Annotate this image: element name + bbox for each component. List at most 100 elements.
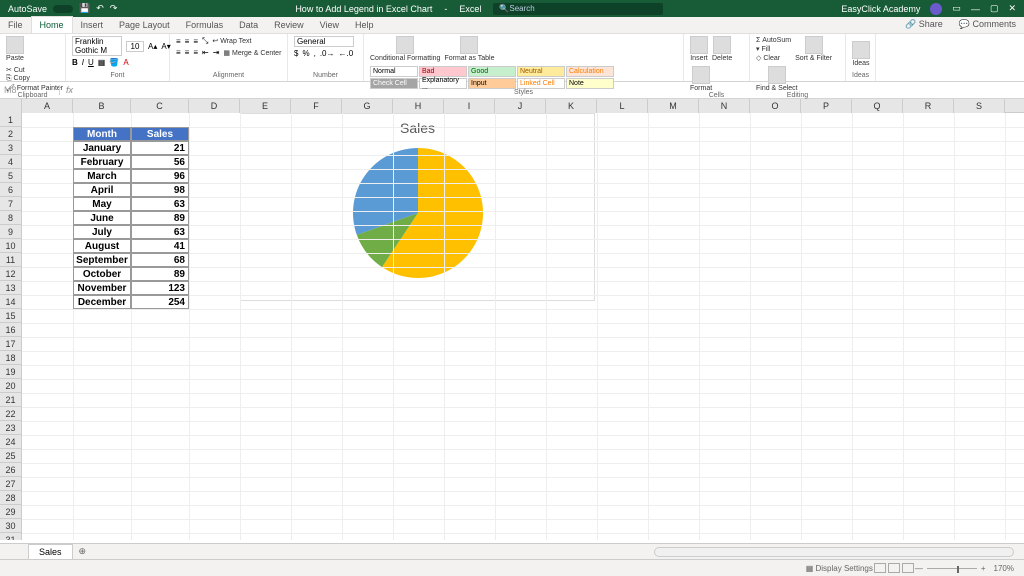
- autosum-button[interactable]: Σ AutoSum: [756, 37, 791, 44]
- cell-b10[interactable]: August: [73, 239, 131, 253]
- row-header-30[interactable]: 30: [0, 519, 22, 533]
- cell-c14[interactable]: 254: [131, 295, 189, 309]
- row-header-27[interactable]: 27: [0, 477, 22, 491]
- row-header-17[interactable]: 17: [0, 337, 22, 351]
- cell-b11[interactable]: September: [73, 253, 131, 267]
- font-size-box[interactable]: 10: [126, 41, 144, 52]
- tab-home[interactable]: Home: [31, 16, 73, 33]
- horizontal-scrollbar[interactable]: [654, 547, 1014, 557]
- currency-icon[interactable]: $: [294, 49, 298, 58]
- underline-button[interactable]: U: [88, 58, 94, 67]
- format-as-table-button[interactable]: Format as Table: [444, 36, 494, 62]
- cell-c4[interactable]: 56: [131, 155, 189, 169]
- font-name-box[interactable]: Franklin Gothic M: [72, 36, 122, 56]
- row-header-18[interactable]: 18: [0, 351, 22, 365]
- cell-c2-header[interactable]: Sales: [131, 127, 189, 141]
- worksheet-grid[interactable]: ABCDEFGHIJKLMNOPQRS 12345678910111213141…: [0, 99, 1024, 540]
- cell-b5[interactable]: March: [73, 169, 131, 183]
- display-settings-button[interactable]: ▦ Display Settings: [806, 564, 873, 573]
- align-middle-icon[interactable]: ≡: [185, 37, 190, 46]
- percent-icon[interactable]: %: [302, 49, 309, 58]
- column-header-H[interactable]: H: [393, 99, 444, 113]
- minimize-icon[interactable]: —: [971, 4, 980, 14]
- column-header-B[interactable]: B: [73, 99, 131, 113]
- tab-page-layout[interactable]: Page Layout: [111, 17, 178, 33]
- row-header-22[interactable]: 22: [0, 407, 22, 421]
- style-input[interactable]: Input: [468, 78, 516, 89]
- conditional-formatting-button[interactable]: Conditional Formatting: [370, 36, 440, 62]
- cell-c9[interactable]: 63: [131, 225, 189, 239]
- column-header-G[interactable]: G: [342, 99, 393, 113]
- sheet-tab-sales[interactable]: Sales: [28, 544, 73, 560]
- indent-inc-icon[interactable]: ⇥: [213, 48, 220, 57]
- row-header-19[interactable]: 19: [0, 365, 22, 379]
- align-right-icon[interactable]: ≡: [193, 48, 198, 57]
- cell-b2-header[interactable]: Month: [73, 127, 131, 141]
- comments-button[interactable]: 💬 Comments: [951, 16, 1024, 33]
- column-header-L[interactable]: L: [597, 99, 648, 113]
- align-top-icon[interactable]: ≡: [176, 37, 181, 46]
- cell-c8[interactable]: 89: [131, 211, 189, 225]
- column-header-D[interactable]: D: [189, 99, 240, 113]
- row-header-20[interactable]: 20: [0, 379, 22, 393]
- search-input[interactable]: 🔍 Search: [493, 3, 663, 15]
- column-header-I[interactable]: I: [444, 99, 495, 113]
- find-select-button[interactable]: Find & Select: [756, 66, 798, 92]
- close-icon[interactable]: ✕: [1008, 3, 1016, 14]
- autosave-toggle[interactable]: [53, 5, 73, 13]
- italic-button[interactable]: I: [82, 58, 84, 67]
- cell-b13[interactable]: November: [73, 281, 131, 295]
- column-header-A[interactable]: A: [22, 99, 73, 113]
- fill-color-button[interactable]: 🪣: [109, 58, 119, 67]
- border-button[interactable]: ▦: [98, 58, 106, 67]
- row-header-29[interactable]: 29: [0, 505, 22, 519]
- column-header-J[interactable]: J: [495, 99, 546, 113]
- column-header-R[interactable]: R: [903, 99, 954, 113]
- row-header-21[interactable]: 21: [0, 393, 22, 407]
- maximize-icon[interactable]: ▢: [990, 3, 999, 14]
- delete-cells-button[interactable]: Delete: [712, 36, 732, 62]
- font-color-button[interactable]: A: [123, 58, 128, 67]
- style-linked-cell[interactable]: Linked Cell: [517, 78, 565, 89]
- style-bad[interactable]: Bad: [419, 66, 467, 77]
- wrap-text-button[interactable]: ↩ Wrap Text: [212, 37, 251, 45]
- row-header-10[interactable]: 10: [0, 239, 22, 253]
- row-header-4[interactable]: 4: [0, 155, 22, 169]
- column-header-K[interactable]: K: [546, 99, 597, 113]
- style-good[interactable]: Good: [468, 66, 516, 77]
- cell-c11[interactable]: 68: [131, 253, 189, 267]
- cell-c7[interactable]: 63: [131, 197, 189, 211]
- align-bottom-icon[interactable]: ≡: [193, 37, 198, 46]
- page-layout-view-button[interactable]: [888, 563, 900, 573]
- tab-view[interactable]: View: [312, 17, 347, 33]
- style-calculation[interactable]: Calculation: [566, 66, 614, 77]
- cell-b3[interactable]: January: [73, 141, 131, 155]
- zoom-in-button[interactable]: +: [981, 564, 986, 573]
- row-header-16[interactable]: 16: [0, 323, 22, 337]
- cut-button[interactable]: ✂ Cut: [6, 66, 63, 74]
- cell-b8[interactable]: June: [73, 211, 131, 225]
- style-explanatory[interactable]: Explanatory ...: [419, 78, 467, 89]
- cell-c5[interactable]: 96: [131, 169, 189, 183]
- paste-button[interactable]: Paste: [6, 36, 24, 62]
- column-header-O[interactable]: O: [750, 99, 801, 113]
- avatar[interactable]: [930, 3, 942, 15]
- inc-decimal-icon[interactable]: .0→: [320, 49, 335, 58]
- increase-font-icon[interactable]: A▴: [148, 42, 157, 51]
- cell-c12[interactable]: 89: [131, 267, 189, 281]
- row-header-6[interactable]: 6: [0, 183, 22, 197]
- column-header-F[interactable]: F: [291, 99, 342, 113]
- ribbon-display-icon[interactable]: ▭: [952, 3, 961, 14]
- format-cells-button[interactable]: Format: [690, 66, 712, 92]
- column-header-M[interactable]: M: [648, 99, 699, 113]
- column-header-E[interactable]: E: [240, 99, 291, 113]
- zoom-level[interactable]: 170%: [994, 564, 1014, 573]
- new-sheet-button[interactable]: ⊕: [73, 544, 93, 559]
- row-header-31[interactable]: 31: [0, 533, 22, 540]
- bold-button[interactable]: B: [72, 58, 78, 67]
- tab-file[interactable]: File: [0, 17, 31, 33]
- cell-b4[interactable]: February: [73, 155, 131, 169]
- cell-c13[interactable]: 123: [131, 281, 189, 295]
- cell-b7[interactable]: May: [73, 197, 131, 211]
- style-normal[interactable]: Normal: [370, 66, 418, 77]
